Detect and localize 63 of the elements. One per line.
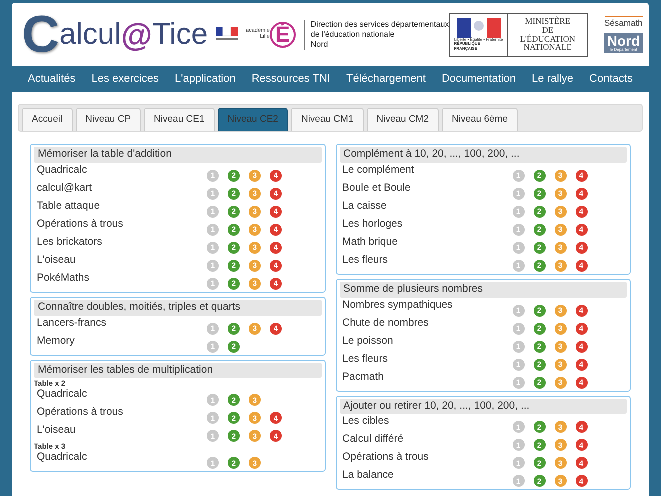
exercise-link[interactable]: Memory: [37, 334, 207, 348]
logo-letter: C: [22, 8, 60, 60]
exercise-link[interactable]: Les horloges: [342, 218, 512, 232]
nav-link[interactable]: Actualités: [20, 70, 84, 88]
tab[interactable]: Accueil: [22, 108, 73, 132]
exercise-link[interactable]: L'oiseau: [37, 254, 207, 268]
sesamath-logo: Sésamath: [604, 16, 643, 30]
exercise-link[interactable]: Opérations à trous: [37, 406, 207, 420]
direction-text: de l'éducation nationale: [310, 30, 396, 40]
exercise-link[interactable]: Table attaque: [37, 200, 207, 214]
panel-header: Mémoriser les tables de multiplication: [34, 362, 322, 378]
ministry-text: NATIONALE: [524, 43, 572, 52]
panel-header: Mémoriser la table d'addition: [34, 147, 322, 163]
exercise-link[interactable]: Opérations à trous: [37, 218, 207, 232]
tab[interactable]: Niveau CP: [76, 108, 142, 132]
exercise-link[interactable]: calcul@kart: [37, 182, 207, 196]
exercise-link[interactable]: Chute de nombres: [342, 316, 512, 330]
nav-link[interactable]: Téléchargement: [338, 70, 434, 88]
exercise-link[interactable]: Quadricalc: [37, 451, 207, 465]
exercise-link[interactable]: Boule et Boule: [342, 182, 512, 196]
exercise-link[interactable]: La caisse: [342, 200, 512, 214]
nav-link[interactable]: Documentation: [434, 70, 524, 88]
exercise-link[interactable]: PokéMaths: [37, 272, 207, 286]
exercise-link[interactable]: Le poisson: [342, 334, 512, 348]
exercise-link[interactable]: Les cibles: [342, 415, 512, 429]
panel-header: Complément à 10, 20, ..., 100, 200, ...: [340, 147, 627, 163]
exercise-link[interactable]: Math brique: [342, 236, 512, 250]
exercise-link[interactable]: Calcul différé: [342, 433, 512, 447]
exercise-link[interactable]: Nombres sympathiques: [342, 298, 512, 312]
ministry-text: MINISTÈRE: [524, 16, 572, 26]
tab[interactable]: Niveau CM2: [366, 108, 440, 132]
exercise-link[interactable]: Les brickators: [37, 236, 207, 250]
ministry-text: DE L'ÉDUCATION: [519, 26, 577, 44]
panel-header: Connaître doubles, moitiés, triples et quarts: [34, 300, 322, 316]
logo-text: Tice: [152, 20, 208, 50]
academy-letter: É: [270, 22, 296, 48]
exercise-link[interactable]: La balance: [342, 469, 512, 483]
tab[interactable]: Niveau CE1: [144, 108, 215, 132]
exercise-link[interactable]: Lancers-francs: [37, 316, 207, 330]
exercise-link[interactable]: Le complément: [342, 164, 512, 178]
nav-link[interactable]: Les exercices: [84, 70, 167, 88]
direction-text: Nord: [310, 40, 330, 50]
logo-at-sign: @: [121, 18, 152, 50]
flag-icon: [216, 27, 238, 42]
nav-link[interactable]: Le rallye: [524, 70, 582, 88]
nav-link[interactable]: L'application: [167, 70, 244, 88]
nav-link[interactable]: Contacts: [582, 70, 641, 88]
exercise-link[interactable]: Opérations à trous: [342, 451, 512, 465]
panel-header: Somme de plusieurs nombres: [340, 282, 627, 298]
exercise-link[interactable]: Les fleurs: [342, 352, 512, 366]
tab[interactable]: Niveau 6ème: [442, 108, 518, 132]
nav-link[interactable]: Ressources TNI: [244, 70, 338, 88]
direction-text: Direction des services départementaux: [310, 20, 450, 30]
exercise-link[interactable]: Quadricalc: [37, 388, 207, 402]
panel-header: Ajouter ou retirer 10, 20, ..., 100, 200, ...: [340, 398, 627, 414]
tab[interactable]: Niveau CM1: [291, 108, 364, 132]
exercise-link[interactable]: Les fleurs: [342, 254, 512, 268]
flag-icon: [456, 18, 501, 38]
exercise-link[interactable]: Quadricalc: [37, 164, 207, 178]
exercise-link[interactable]: Pacmath: [342, 370, 512, 384]
logo-text: alcul: [60, 20, 122, 50]
tab[interactable]: Niveau CE2: [218, 108, 288, 132]
exercise-link[interactable]: L'oiseau: [37, 424, 207, 438]
